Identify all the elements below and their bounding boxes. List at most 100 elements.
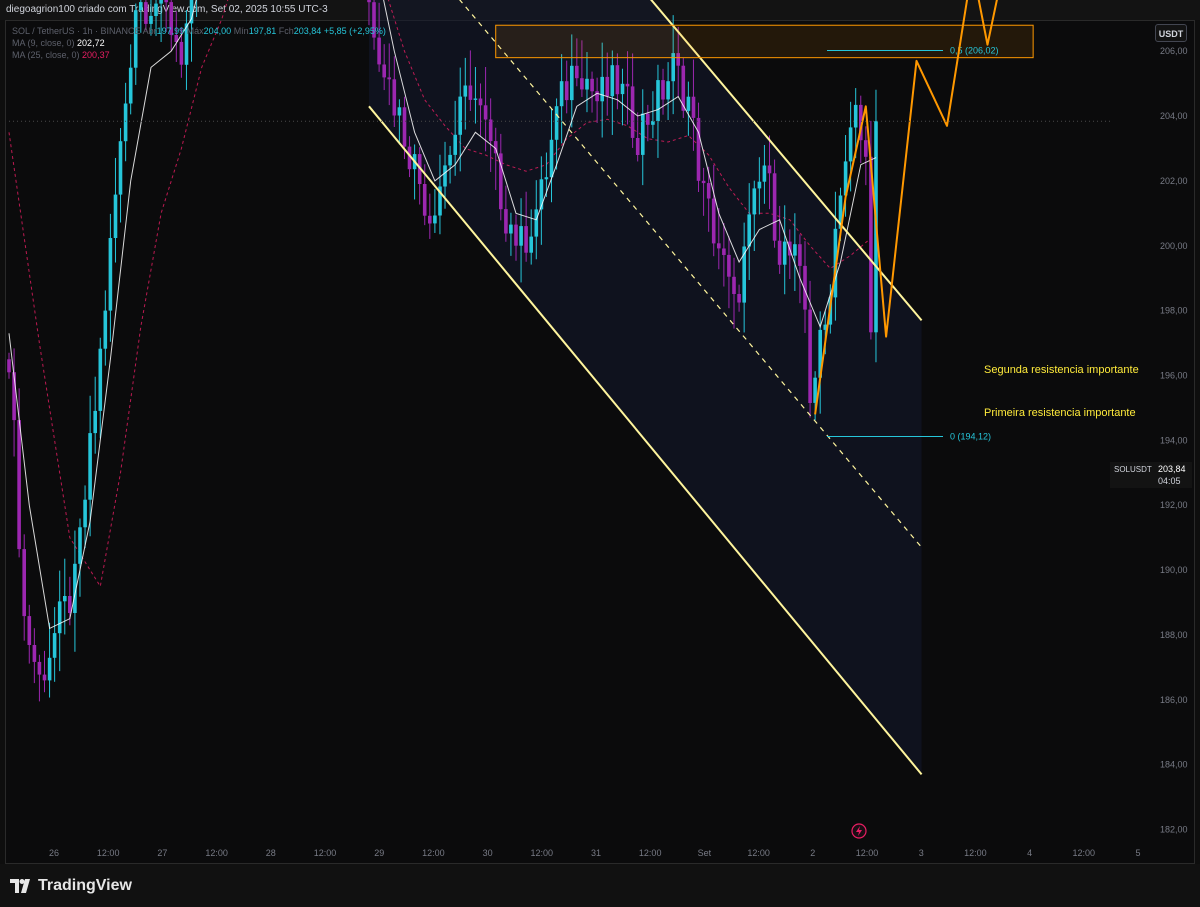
time-tick: 12:00: [1073, 848, 1096, 858]
candle-body: [483, 105, 488, 120]
countdown-label: 04:05: [1158, 476, 1181, 486]
candle-body: [149, 15, 153, 24]
time-tick: 5: [1135, 848, 1140, 858]
candle-body: [793, 244, 797, 256]
annotation-second-resistance: Segunda resistencia importante: [984, 364, 1139, 376]
candle-body: [463, 85, 468, 97]
candle-body: [848, 127, 853, 162]
candle-body: [468, 85, 473, 100]
candle-body: [103, 310, 108, 349]
price-tick: 194,00: [1160, 435, 1188, 445]
candle-body: [27, 616, 32, 645]
price-tick: 188,00: [1160, 630, 1188, 640]
legend-low-label: Mín: [233, 26, 249, 36]
time-tick: 28: [266, 848, 276, 858]
legend-close: 203,84: [293, 26, 322, 36]
candle-body: [57, 601, 62, 634]
lightning-icon[interactable]: [851, 823, 867, 839]
legend-row-ma9[interactable]: MA (9, close, 0) 202,72: [12, 38, 105, 48]
legend-row-ma25[interactable]: MA (25, close, 0) 200,37: [12, 50, 110, 60]
candle-body: [727, 254, 731, 277]
candle-body: [402, 107, 407, 147]
time-tick: 12:00: [205, 848, 228, 858]
candle-body: [387, 77, 391, 80]
currency-unit-button[interactable]: USDT: [1155, 24, 1187, 42]
candle-body: [47, 657, 52, 681]
candle-body: [179, 41, 184, 65]
price-tick: 192,00: [1160, 500, 1188, 510]
candle-body: [164, 0, 168, 3]
candle-body: [63, 596, 67, 602]
tradingview-logo: TradingView: [10, 877, 132, 895]
price-tick: 196,00: [1160, 371, 1188, 381]
price-tick: 186,00: [1160, 695, 1188, 705]
candle-body: [98, 348, 103, 411]
candle-body: [448, 154, 452, 166]
candle-body: [585, 78, 589, 90]
candle-body: [42, 674, 47, 681]
candle-body: [620, 83, 625, 95]
candle-body: [144, 2, 148, 24]
candle-body: [575, 65, 579, 79]
candle-body: [661, 80, 665, 100]
candle-body: [706, 183, 711, 199]
fib-level-label: 0,5 (206,02): [950, 46, 999, 56]
fib-level-label: 0 (194,12): [950, 431, 991, 441]
candle-body: [641, 113, 645, 155]
price-tick: 200,00: [1160, 241, 1188, 251]
candle-body: [534, 209, 539, 237]
candle-body: [747, 214, 751, 247]
legend-open-label: Abr: [142, 26, 157, 36]
chart-canvas[interactable]: 1 (217,93)0,618 (208,83)0,5 (206,02)0 (1…: [0, 0, 1200, 864]
candle-body: [853, 104, 858, 128]
candle-body: [7, 359, 11, 373]
time-tick: 2: [810, 848, 815, 858]
candle-body: [377, 37, 381, 65]
candle-body: [504, 209, 508, 234]
candle-body: [564, 81, 569, 101]
time-tick: 26: [49, 848, 59, 858]
price-tick: 206,00: [1160, 46, 1188, 56]
candle-body: [514, 224, 518, 246]
candle-body: [666, 81, 670, 100]
candle-body: [554, 106, 559, 140]
candle-body: [453, 134, 457, 155]
candle-body: [32, 645, 37, 662]
candle-body: [625, 83, 630, 87]
candle-body: [118, 141, 123, 195]
candle-body: [798, 244, 802, 266]
candle-body: [777, 240, 782, 265]
candle-body: [651, 121, 655, 125]
candle-body: [509, 224, 513, 234]
candle-body: [473, 98, 478, 100]
candle-body: [717, 243, 721, 249]
candle-body: [139, 2, 143, 11]
candle-body: [610, 65, 615, 97]
candle-body: [600, 76, 604, 102]
candle-body: [93, 410, 97, 434]
time-tick: 12:00: [964, 848, 987, 858]
candle-body: [488, 119, 493, 142]
candle-body: [113, 194, 118, 238]
legend-change: +5,85 (+2,95%): [323, 26, 386, 36]
time-tick: 12:00: [422, 848, 445, 858]
candle-body: [397, 107, 402, 116]
legend-low: 197,81: [248, 26, 277, 36]
time-tick: 3: [919, 848, 924, 858]
time-tick: 12:00: [639, 848, 662, 858]
candle-body: [646, 113, 650, 125]
candle-body: [757, 181, 762, 189]
candle-body: [711, 198, 716, 244]
time-tick: 12:00: [97, 848, 120, 858]
tradingview-logo-icon: [10, 878, 30, 893]
price-tick: 190,00: [1160, 565, 1188, 575]
candle-body: [570, 65, 574, 101]
candle-body: [732, 276, 736, 294]
candle-body: [422, 184, 427, 216]
candle-body: [696, 117, 701, 181]
last-price-label: 203,84: [1158, 464, 1186, 474]
candle-body: [544, 177, 549, 180]
candle-body: [605, 76, 610, 97]
time-tick: 12:00: [747, 848, 770, 858]
candle-body: [22, 549, 26, 617]
